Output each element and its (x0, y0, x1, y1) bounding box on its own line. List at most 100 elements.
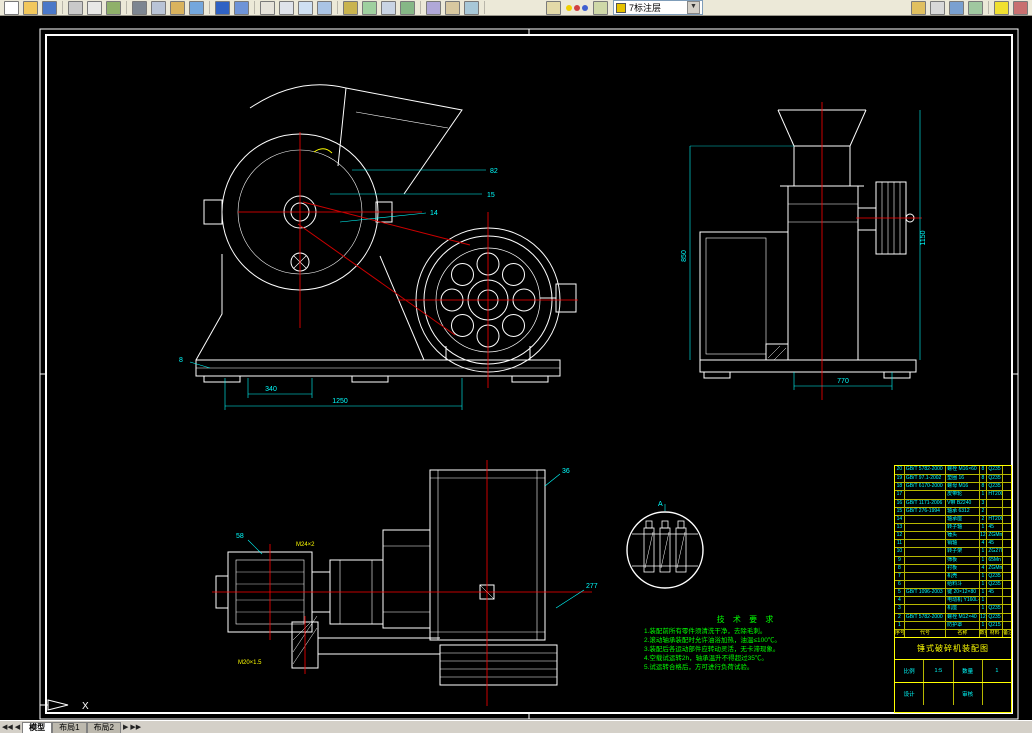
designcenter-icon[interactable] (445, 0, 460, 15)
layer-properties-icon[interactable] (546, 0, 561, 15)
bom-cell-qty: 2 (980, 507, 988, 515)
bom-item-row: 7 机壳 1 Q235 (895, 571, 1011, 580)
bom-cell-name: 垫圈 16 (946, 475, 980, 483)
open-icon[interactable] (23, 0, 38, 15)
bom-cell-name: 机座 (946, 605, 980, 613)
layer-combo-value: 7标注层 (629, 3, 662, 13)
bom-cell-qty: 12 (980, 613, 988, 621)
bom-cell-mat: Q235 (987, 572, 1004, 580)
bom-cell-name: 转子轴 (946, 523, 980, 532)
dim-label: 340 (265, 386, 277, 393)
bom-item-row: 19 GB/T 97.1-2002 垫圈 16 8 Q235 (895, 474, 1011, 483)
bom-cell-mat (987, 597, 1004, 605)
toolbar-left-group: 7标注层 ▼ (2, 0, 706, 15)
bom-item-row: 12锤头12ZGMn13 (895, 531, 1011, 540)
tab-布局2[interactable]: 布局2 (86, 722, 122, 733)
bom-cell-note (1003, 524, 1011, 531)
bom-cell-mat: Q235 (987, 475, 1004, 483)
properties-icon[interactable] (426, 0, 441, 15)
bom-cell-no: 12 (895, 532, 905, 540)
bom-cell-mat: Q215 (987, 621, 1004, 629)
named-views-icon[interactable] (381, 0, 396, 15)
title-block-name-row: 锤式破碎机装配图 (895, 636, 1011, 659)
bom-cell-name: 筛板 (946, 556, 980, 564)
bom-item-row: 15 GB/T 276-1994 轴承 6312 2 (895, 506, 1011, 515)
bom-item-row: 6 给料斗 1 Q235 (895, 579, 1011, 589)
zoom-realtime-icon[interactable] (279, 0, 294, 15)
layer-states-icon[interactable] (565, 4, 589, 11)
tab-模型[interactable]: 模型 (22, 722, 53, 733)
toolbar-separator (126, 1, 127, 14)
bom-cell-no: 8 (895, 564, 905, 572)
publish-icon[interactable] (106, 0, 121, 15)
bom-cell-note (1003, 557, 1011, 564)
bom-cell-mat: 45 (987, 540, 1004, 548)
bom-item-row: 9 筛板 1 65Mn (895, 555, 1011, 564)
toolbar-separator (484, 1, 485, 14)
bom-cell-no: 20 (895, 466, 905, 475)
match-properties-icon[interactable] (189, 0, 204, 15)
standards-icon[interactable] (911, 0, 926, 15)
title-block-cell: 数量 (954, 659, 983, 682)
title-block-cell: 审核 (954, 682, 983, 705)
cad-drawing-canvas[interactable]: 82 15 14 8 340 1250 850 1150 770 36 58 2… (0, 16, 1032, 720)
bom-item-row: 10 转子架 1 ZG270 (895, 547, 1011, 556)
bom-cell-no: 4 (895, 597, 905, 605)
bom-cell-name: 螺栓 M16×60 (946, 466, 980, 475)
bom-cell-no: 7 (895, 572, 905, 580)
plot-icon[interactable] (68, 0, 83, 15)
bom-cell-qty: 2 (980, 515, 988, 523)
cut-icon[interactable] (132, 0, 147, 15)
tab-scroll-right[interactable]: ▶ ▶▶ (121, 722, 143, 733)
bom-cell-code (905, 572, 947, 580)
bom-cell-no: 17 (895, 491, 905, 499)
bom-cell-no: 15 (895, 507, 905, 515)
pan-icon[interactable] (260, 0, 275, 15)
tool-palettes-icon[interactable] (464, 0, 479, 15)
text-style-icon[interactable] (949, 0, 964, 15)
table-style-icon[interactable] (968, 0, 983, 15)
sheet-frame (39, 28, 1019, 720)
bom-cell-code (905, 597, 947, 605)
zoom-window-icon[interactable] (298, 0, 313, 15)
paste-icon[interactable] (170, 0, 185, 15)
bom-cell-qty: 1 (980, 491, 988, 499)
qnew-icon[interactable] (4, 0, 19, 15)
save-icon[interactable] (42, 0, 57, 15)
bom-item-row: 4 电动机 Y160L-4 1 (895, 596, 1011, 605)
bom-cell-code (905, 515, 947, 523)
zoom-previous-icon[interactable] (317, 0, 332, 15)
redraw-icon[interactable] (362, 0, 377, 15)
dim-style-icon[interactable] (930, 0, 945, 15)
thread-label: M20×1.5 (238, 660, 262, 666)
distance-icon[interactable] (343, 0, 358, 15)
erase-icon[interactable] (1013, 0, 1028, 15)
plot-preview-icon[interactable] (87, 0, 102, 15)
redo-icon[interactable] (234, 0, 249, 15)
bom-cell-code (905, 548, 947, 556)
plan-view: 36 58 277 M24×2 M20×1.5 (212, 460, 598, 706)
bom-item-row: 5 GB/T 1096-2003 键 20×12×80 1 45 (895, 588, 1011, 597)
bom-cell-name: 机壳 (946, 572, 980, 580)
bom-cell-name: 销轴 (946, 540, 980, 548)
3d-orbit-icon[interactable] (400, 0, 415, 15)
pencil-icon[interactable] (994, 0, 1009, 15)
tab-布局1[interactable]: 布局1 (52, 722, 87, 733)
bom-cell-code: GB/T 1096-2003 (905, 589, 947, 597)
undo-icon[interactable] (215, 0, 230, 15)
layer-previous-icon[interactable] (593, 0, 608, 15)
drawing-sheet: 82 15 14 8 340 1250 850 1150 770 36 58 2… (39, 28, 1019, 720)
chevron-down-icon[interactable]: ▼ (687, 1, 700, 14)
bom-cell-qty: 12 (980, 532, 988, 540)
bom-item-row: 2 GB/T 5782-2000 螺栓 M12×40 12 Q235 (895, 612, 1011, 621)
bom-cell-note (1003, 589, 1011, 596)
toolbar-separator (337, 1, 338, 14)
thread-label: M24×2 (296, 542, 315, 548)
bom-cell-code (905, 540, 947, 548)
leader-label: 58 (236, 533, 244, 540)
tab-scroll-left[interactable]: ◀◀ ◀ (0, 722, 22, 733)
bom-cell-code (905, 580, 947, 589)
side-centerlines (821, 102, 922, 400)
layer-combo[interactable]: 7标注层 ▼ (613, 0, 703, 15)
copy-icon[interactable] (151, 0, 166, 15)
